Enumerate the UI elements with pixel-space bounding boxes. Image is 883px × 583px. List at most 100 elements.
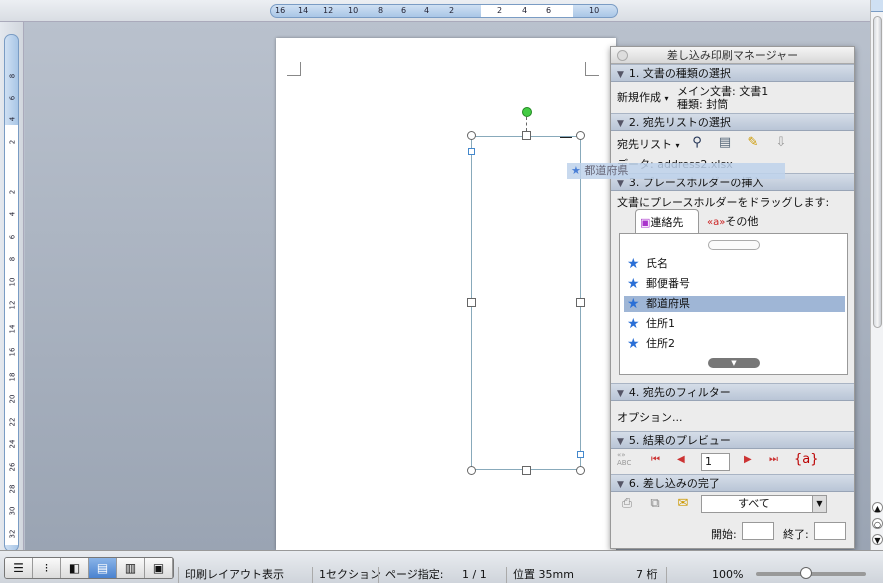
list-item[interactable]: ★ 住所1 (624, 316, 845, 332)
last-record-icon[interactable]: ⏭ (769, 454, 778, 465)
list-item[interactable]: ★ 郵便番号 (624, 276, 845, 292)
list-item[interactable]: ★ 住所2 (624, 336, 845, 352)
section-title: 5. 結果のプレビュー (628, 434, 731, 447)
merge-to-document-icon[interactable]: ⧉ (645, 495, 665, 513)
field-star-icon: ★ (627, 256, 640, 272)
publishing-layout-icon[interactable]: ◧ (61, 558, 89, 578)
section-filter-body: オプション... (611, 401, 854, 431)
split-view-button[interactable] (871, 0, 883, 12)
tab-contacts[interactable]: ▣連絡先 (635, 209, 699, 235)
outline-view-icon[interactable]: ⁝ (33, 558, 61, 578)
recipient-list-button[interactable]: 宛先リスト ▾ (617, 136, 680, 152)
fullscreen-view-icon[interactable]: ▣ (145, 558, 173, 578)
edit-data-source-icon[interactable]: ▤ (715, 134, 735, 152)
text-cursor (560, 137, 572, 138)
ruler-tick: 2 (8, 139, 17, 145)
section-title: 4. 宛先のフィルター (628, 386, 731, 399)
previous-record-icon[interactable]: ◀ (677, 454, 685, 465)
view-merged-data-button[interactable]: «» ABC (617, 451, 631, 467)
field-star-icon: ★ (627, 296, 640, 312)
text-frame-handle[interactable] (577, 451, 584, 458)
merge-to-email-icon[interactable]: ✉ (673, 495, 693, 513)
record-number-input[interactable]: 1 (701, 453, 730, 471)
zoom-divider (666, 567, 673, 583)
ruler-tick: 16 (275, 6, 286, 15)
ruler-tick: 32 (8, 529, 17, 539)
scroll-up-indicator[interactable] (708, 240, 760, 250)
scroll-down-indicator[interactable]: ▼ (708, 358, 760, 368)
ruler-tick: 8 (8, 256, 17, 262)
browse-object-icon[interactable]: ○ (872, 518, 883, 529)
section-title: 6. 差し込みの完了 (628, 477, 720, 490)
address-text-box[interactable] (471, 136, 581, 470)
field-code-toggle[interactable]: {a} (794, 452, 819, 467)
zoom-slider-knob[interactable] (800, 567, 812, 579)
section-placeholders-body: 文書にプレースホルダーをドラッグします: ▣連絡先 «a»その他 ★ 氏名 ★ 郵便… (611, 191, 854, 383)
section-filter-header[interactable]: ▼ 4. 宛先のフィルター (611, 383, 854, 401)
rotation-handle[interactable] (522, 107, 532, 117)
merge-to-printer-icon[interactable]: ⎙ (617, 495, 637, 513)
ruler-tick: 2 (8, 189, 17, 195)
ruler-tick: 22 (8, 417, 17, 427)
merge-range-select[interactable]: すべて ▼ (701, 495, 827, 513)
resize-handle[interactable] (467, 466, 476, 475)
resize-handle[interactable] (467, 131, 476, 140)
close-icon[interactable] (617, 50, 628, 61)
section-recipients-header[interactable]: ▼ 2. 宛先リストの選択 (611, 113, 854, 131)
text-frame-handle[interactable] (468, 148, 475, 155)
end-record-input[interactable] (814, 522, 846, 540)
field-star-icon: ★ (627, 316, 640, 332)
section-complete-header[interactable]: ▼ 6. 差し込みの完了 (611, 474, 854, 492)
mail-merge-manager-palette: 差し込み印刷マネージャー ▼ 1. 文書の種類の選択 新規作成 ▾ メイン文書: … (610, 46, 855, 549)
remove-recipients-icon[interactable]: ⇩ (771, 134, 791, 152)
filter-options-button[interactable]: オプション... (617, 409, 683, 425)
section-title: 2. 宛先リストの選択 (628, 116, 731, 129)
scroll-thumb[interactable] (873, 16, 882, 328)
section-preview-body: «» ABC ⏮ ◀ 1 ▶ ⏭ {a} (611, 449, 854, 474)
resize-handle[interactable] (522, 466, 531, 475)
resize-handle[interactable] (576, 131, 585, 140)
ruler-tick: 4 (8, 116, 17, 122)
section-label: 1セクション (312, 567, 381, 583)
ruler-tick: 26 (8, 462, 17, 472)
field-code-icon: «a» (707, 217, 726, 228)
edit-recipients-icon[interactable]: ✎ (743, 134, 763, 152)
notebook-layout-icon[interactable]: ▥ (117, 558, 145, 578)
list-item[interactable]: ★ 氏名 (624, 256, 845, 272)
dropdown-arrow-icon: ▾ (675, 141, 680, 150)
section-doc-type-header[interactable]: ▼ 1. 文書の種類の選択 (611, 64, 854, 82)
next-page-icon[interactable]: ▼ (872, 534, 883, 545)
placeholder-list[interactable]: ★ 氏名 ★ 郵便番号 ★ 都道府県 ★ 住所1 ★ 住所2 ▼ (619, 233, 848, 375)
ruler-tick: 8 (378, 6, 384, 15)
drag-placeholder-ghost: ★ 都道府県 (567, 163, 785, 179)
vertical-ruler[interactable]: 8 6 4 2 2 4 6 8 10 12 14 16 18 20 22 24 … (4, 34, 19, 552)
draft-view-icon[interactable]: ☰ (5, 558, 33, 578)
ruler-tick: 24 (8, 439, 17, 449)
list-item[interactable]: ★ 都道府県 (624, 296, 845, 312)
resize-handle[interactable] (522, 131, 531, 140)
ruler-tick: 6 (8, 234, 17, 240)
vertical-scrollbar[interactable]: ▲ ○ ▼ (870, 0, 883, 550)
ruler-tick: 4 (522, 6, 528, 15)
drag-instruction: 文書にプレースホルダーをドラッグします: (617, 196, 830, 209)
tab-other[interactable]: «a»その他 (703, 209, 762, 235)
view-mode-label: 印刷レイアウト表示 (178, 567, 284, 583)
palette-title: 差し込み印刷マネージャー (666, 49, 799, 62)
resize-handle[interactable] (576, 466, 585, 475)
palette-title-bar[interactable]: 差し込み印刷マネージャー (611, 47, 854, 64)
start-record-input[interactable] (742, 522, 774, 540)
print-layout-icon[interactable]: ▤ (89, 558, 117, 578)
previous-page-icon[interactable]: ▲ (872, 502, 883, 513)
first-record-icon[interactable]: ⏮ (651, 454, 660, 465)
resize-handle[interactable] (576, 298, 585, 307)
ruler-tick: 14 (298, 6, 309, 15)
section-preview-header[interactable]: ▼ 5. 結果のプレビュー (611, 431, 854, 449)
resize-handle[interactable] (467, 298, 476, 307)
horizontal-ruler[interactable]: 16 14 12 10 8 6 4 2 2 4 6 10 (270, 4, 618, 18)
next-record-icon[interactable]: ▶ (744, 454, 752, 465)
find-recipient-icon[interactable]: ⚲ (687, 134, 707, 152)
contact-card-icon: ▣ (640, 216, 651, 229)
new-document-button[interactable]: 新規作成 ▾ (617, 89, 669, 105)
page-value: 1 / 1 (462, 568, 487, 581)
ruler-tick: 4 (8, 211, 17, 217)
